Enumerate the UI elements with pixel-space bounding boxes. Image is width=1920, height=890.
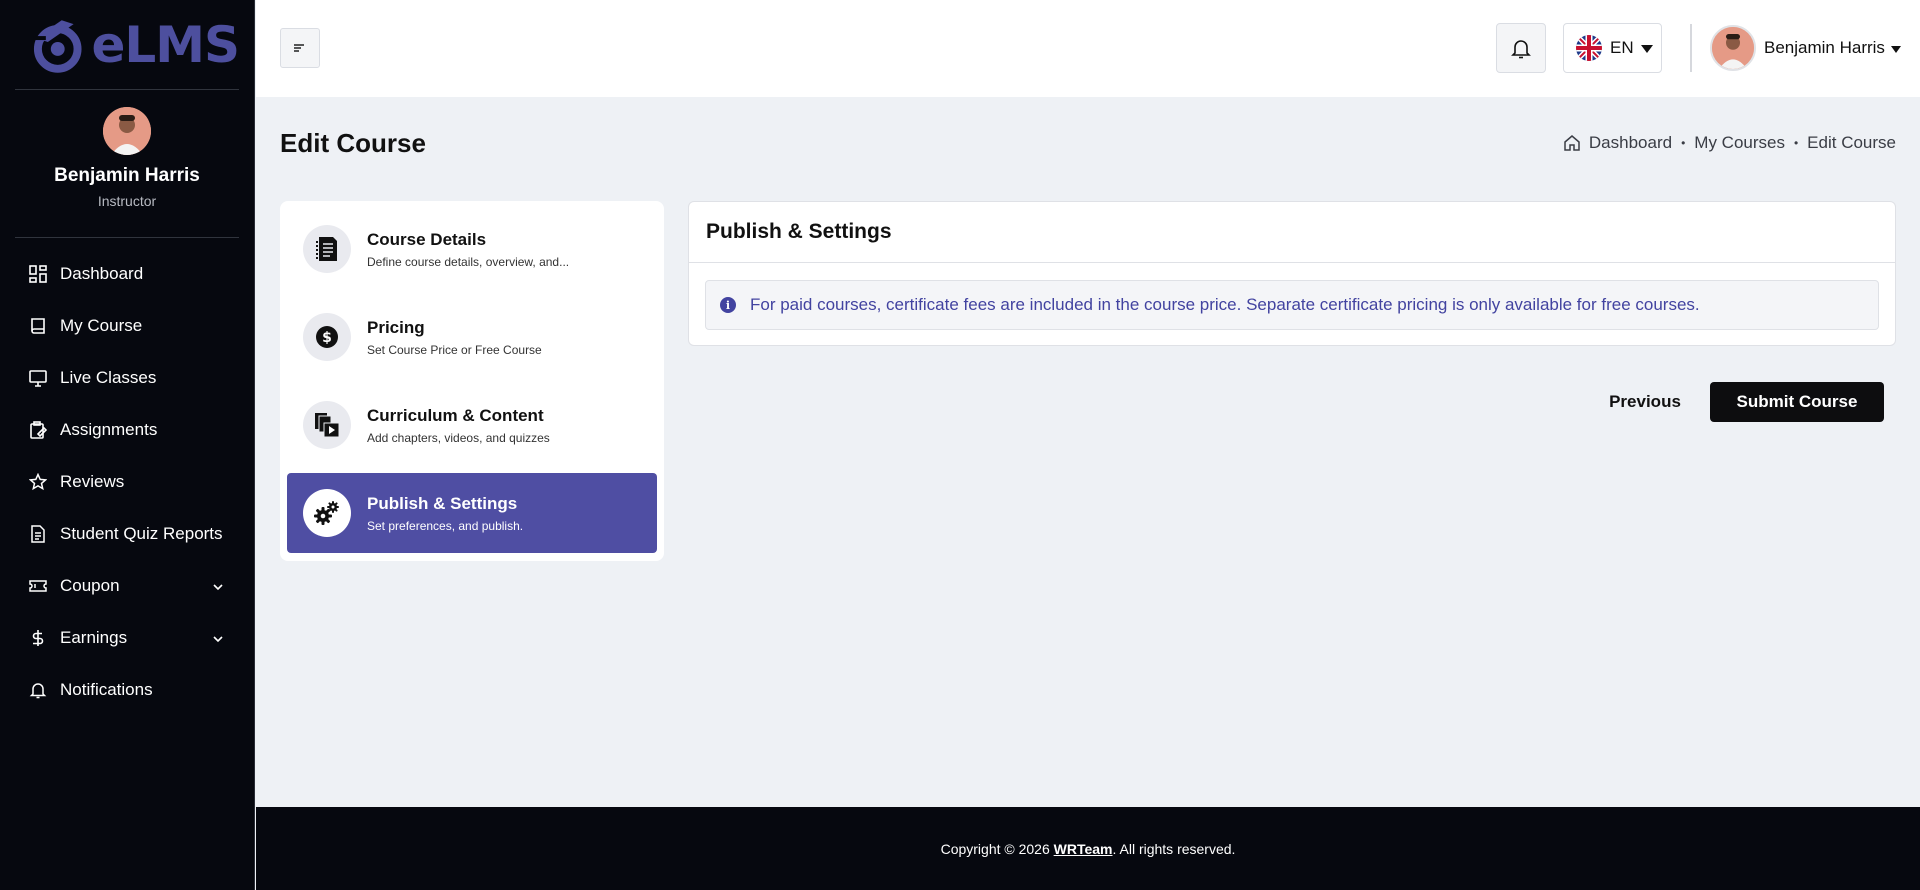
book-icon [28,316,48,336]
logo-icon [33,19,82,73]
step-subtitle: Define course details, overview, and... [367,254,570,269]
sidebar: eLMS Benjamin Harris Instructor Dashboar… [0,0,255,890]
gears-icon [303,489,351,537]
sidebar-item-student-quiz-reports[interactable]: Student Quiz Reports [0,508,254,560]
sidebar-item-label: Assignments [60,420,158,439]
sidebar-nav: Dashboard My Course Live Classes Assignm… [0,248,254,716]
previous-button[interactable]: Previous [1596,382,1694,422]
step-title: Publish & Settings [367,493,518,513]
step-subtitle: Add chapters, videos, and quizzes [367,430,550,445]
step-subtitle: Set preferences, and publish. [367,518,524,533]
sidebar-item-earnings[interactable]: Earnings [0,612,254,664]
profile-role: Instructor [97,193,157,209]
menu-icon [294,44,304,52]
breadcrumb-my-courses[interactable]: My Courses [1694,133,1785,153]
chevron-down-icon[interactable] [212,578,224,598]
submit-course-button[interactable]: Submit Course [1710,382,1884,422]
breadcrumb-separator: • [1793,136,1799,150]
avatar[interactable] [103,107,151,155]
document-icon [303,225,351,273]
sidebar-item-notifications[interactable]: Notifications [0,664,254,716]
sidebar-item-live-classes[interactable]: Live Classes [0,352,254,404]
footer: Copyright © 2026 WRTeam . All rights res… [256,807,1920,890]
language-code: EN [1610,38,1634,57]
ticket-icon [28,576,48,596]
bell-icon [1511,40,1531,59]
video-files-icon [303,401,351,449]
sidebar-item-reviews[interactable]: Reviews [0,456,254,508]
step-course-details[interactable]: Course Details Define course details, ov… [287,209,657,289]
bell-icon [28,680,48,700]
step-curriculum-content[interactable]: Curriculum & Content Add chapters, video… [287,385,657,465]
report-icon [28,524,48,544]
sidebar-item-label: Coupon [60,576,120,595]
uk-flag-icon [1576,35,1602,61]
caret-down-icon [1890,38,1901,58]
logo[interactable]: eLMS [15,0,240,90]
step-title: Pricing [367,317,425,337]
copyright-suffix: . All rights reserved. [1112,840,1236,857]
sidebar-item-label: Student Quiz Reports [60,524,223,543]
footer-company-link[interactable]: WRTeam [1054,841,1113,857]
card-heading: Publish & Settings [689,202,1895,263]
sidebar-item-assignments[interactable]: Assignments [0,404,254,456]
dashboard-icon [28,264,48,284]
step-title: Course Details [367,229,487,249]
dollar-icon [28,628,48,648]
chevron-down-icon[interactable] [212,630,224,650]
sidebar-item-label: Live Classes [60,368,157,387]
step-subtitle: Set Course Price or Free Course [367,342,542,357]
breadcrumb-edit-course: Edit Course [1807,133,1896,152]
assignment-icon [28,420,48,440]
copyright-prefix: Copyright © 2026 [940,840,1054,857]
svg-text:$: $ [322,330,332,346]
publish-settings-card: Publish & Settings i For paid courses, c… [688,201,1896,346]
breadcrumb-separator: • [1681,136,1686,150]
user-name: Benjamin Harris [1764,38,1885,57]
info-text: For paid courses, certificate fees are i… [750,295,1700,314]
sidebar-item-my-course[interactable]: My Course [0,300,254,352]
sidebar-item-label: Dashboard [60,264,144,283]
star-icon [28,472,48,492]
dollar-coin-icon: $ [303,313,351,361]
sidebar-profile: Benjamin Harris Instructor [15,90,239,238]
header-divider [1690,24,1692,72]
language-selector[interactable]: EN [1563,23,1662,73]
sidebar-item-label: Reviews [60,472,125,491]
sidebar-item-label: My Course [60,316,143,335]
page-title: Edit Course [280,128,426,158]
course-steps: Course Details Define course details, ov… [280,201,664,561]
info-alert: i For paid courses, certificate fees are… [705,280,1879,330]
menu-toggle-button[interactable] [280,28,320,68]
sidebar-item-coupon[interactable]: Coupon [0,560,254,612]
breadcrumb: Dashboard • My Courses • Edit Course [1563,133,1896,153]
info-icon: i [720,297,736,313]
notifications-button[interactable] [1496,23,1546,73]
step-title: Curriculum & Content [367,405,544,425]
home-icon[interactable] [1563,134,1581,152]
sidebar-item-dashboard[interactable]: Dashboard [0,248,254,300]
user-menu[interactable]: Benjamin Harris [1710,25,1901,71]
profile-name: Benjamin Harris [54,165,200,186]
monitor-icon [28,368,48,388]
step-publish-settings[interactable]: Publish & Settings Set preferences, and … [287,473,657,553]
sidebar-item-label: Earnings [60,628,128,647]
top-header: EN Benjamin Harris [256,0,1920,97]
step-pricing[interactable]: $ Pricing Set Course Price or Free Cours… [287,297,657,377]
avatar [1710,25,1756,71]
sidebar-item-label: Notifications [60,680,153,699]
breadcrumb-dashboard[interactable]: Dashboard [1589,133,1672,153]
logo-text: eLMS [91,15,240,74]
caret-down-icon [1640,38,1653,58]
